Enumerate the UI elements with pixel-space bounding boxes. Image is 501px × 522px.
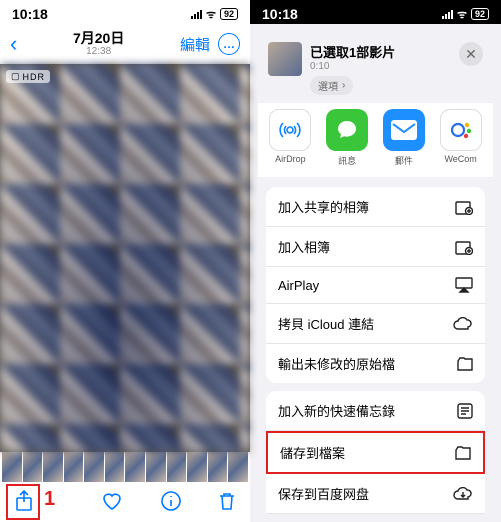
app-airdrop[interactable]: AirDrop: [264, 109, 316, 167]
cell-signal-icon: [191, 10, 202, 19]
wifi-icon: ᯤ: [457, 7, 467, 22]
action-export-original[interactable]: 輸出未修改的原始檔: [266, 344, 485, 383]
status-time: 10:18: [12, 6, 48, 22]
back-button[interactable]: ‹: [10, 31, 17, 57]
action-airplay[interactable]: AirPlay: [266, 267, 485, 304]
battery-level: 92: [471, 8, 489, 20]
close-button[interactable]: ✕: [459, 42, 483, 66]
photo-date: 7月20日: [73, 31, 124, 46]
action-quick-note[interactable]: 加入新的快速備忘錄: [266, 391, 485, 431]
wecom-icon: [440, 109, 482, 151]
status-right: ᯤ 92: [191, 7, 238, 22]
airdrop-icon: [269, 109, 311, 151]
options-button[interactable]: 選項 ›: [310, 76, 353, 95]
photo-content: [0, 64, 250, 452]
more-button[interactable]: …: [218, 33, 240, 55]
hdr-badge: ▢ HDR: [6, 70, 50, 83]
delete-button[interactable]: [218, 491, 236, 514]
media-duration: 0:10: [310, 61, 451, 72]
share-apps-row: AirDrop 訊息 郵件 WeCom: [258, 103, 493, 177]
wifi-icon: ᯤ: [206, 7, 216, 22]
action-album[interactable]: 加入相簿: [266, 227, 485, 267]
video-icon: ▢: [11, 71, 21, 82]
app-messages[interactable]: 訊息: [321, 109, 373, 167]
action-save-to-files[interactable]: 儲存到檔案: [266, 431, 485, 474]
bottom-toolbar: 1: [0, 482, 250, 522]
messages-icon: [326, 109, 368, 151]
status-bar: 10:18 ᯤ 92: [0, 0, 250, 24]
photo-viewport[interactable]: ▢ HDR: [0, 64, 250, 452]
media-thumbnail: [268, 42, 302, 76]
nav-title: 7月20日 12:38: [73, 31, 124, 57]
action-icloud-link[interactable]: 拷貝 iCloud 連結: [266, 304, 485, 344]
nav-bar: ‹ 7月20日 12:38 編輯 …: [0, 24, 250, 64]
app-mail[interactable]: 郵件: [378, 109, 430, 167]
photo-time: 12:38: [73, 46, 124, 57]
chevron-right-icon: ›: [342, 80, 345, 91]
action-baidu-1[interactable]: 保存到百度网盘: [266, 474, 485, 514]
actions-group-1: 加入共享的相簿 加入相簿 AirPlay 拷貝 iCloud 連結 輸出未修改的…: [266, 187, 485, 383]
status-bar-right: 10:18 ᯤ 92: [250, 0, 501, 24]
sheet-title: 已選取1部影片: [310, 42, 451, 61]
annotation-1: 1: [44, 488, 55, 511]
cell-signal-icon: [442, 10, 453, 19]
status-time-r: 10:18: [262, 6, 298, 22]
actions-group-2: 加入新的快速備忘錄 儲存到檔案 保存到百度网盘 保存到百度网盘 保存到网盘同步空…: [266, 391, 485, 514]
app-wecom[interactable]: WeCom: [435, 109, 487, 167]
edit-button[interactable]: 編輯: [180, 34, 210, 55]
thumbnail-strip[interactable]: [0, 452, 250, 482]
info-button[interactable]: [161, 491, 181, 514]
action-shared-album[interactable]: 加入共享的相簿: [266, 187, 485, 227]
favorite-button[interactable]: [101, 491, 123, 514]
annotation-box-1: [6, 484, 40, 520]
mail-icon: [383, 109, 425, 151]
battery-level: 92: [220, 8, 238, 20]
share-sheet: 已選取1部影片 0:10 選項 › ✕ AirDrop 訊息: [258, 32, 493, 514]
